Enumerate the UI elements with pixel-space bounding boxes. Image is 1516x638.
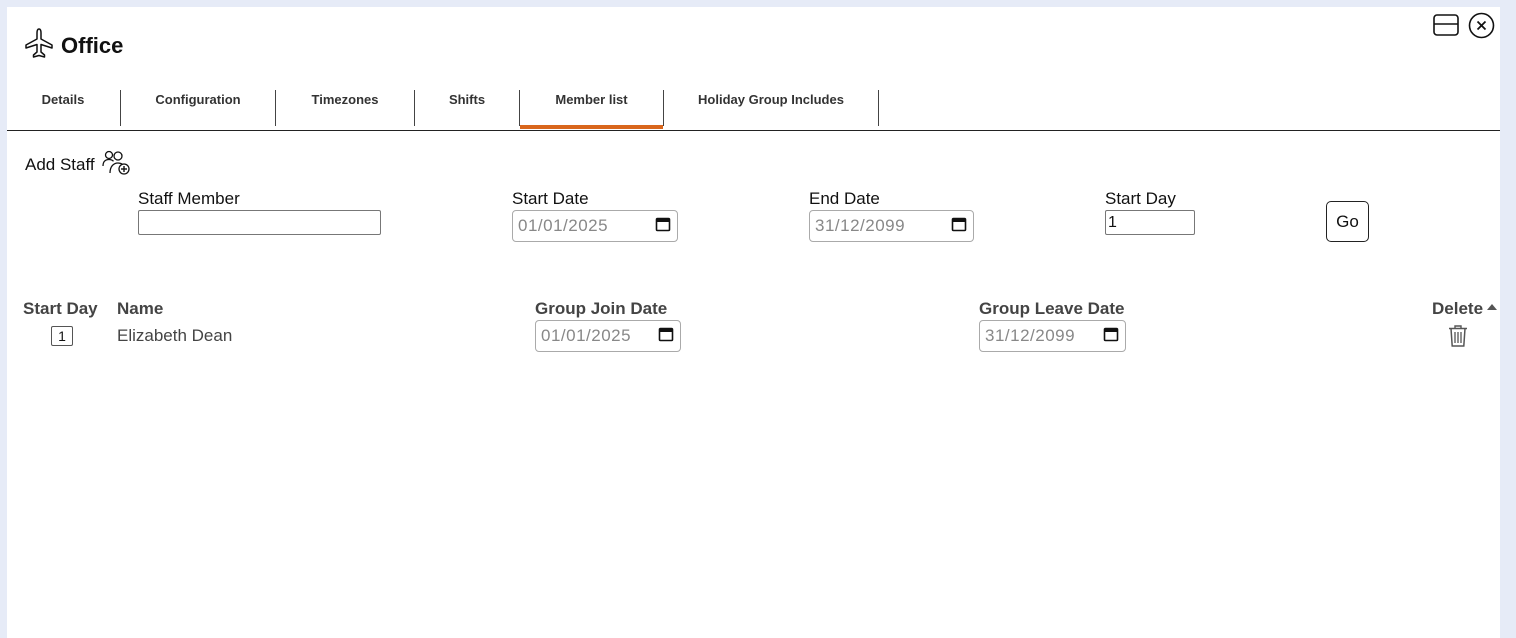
- tab-shifts[interactable]: Shifts: [415, 89, 519, 129]
- add-staff-label: Add Staff: [25, 154, 95, 174]
- column-header-delete[interactable]: Delete: [1432, 299, 1483, 319]
- start-date-field[interactable]: 01/01/2025: [512, 210, 678, 242]
- end-date-label: End Date: [809, 189, 880, 208]
- start-date-label: Start Date: [512, 189, 589, 208]
- row-join-date-value: 01/01/2025: [541, 326, 632, 345]
- calendar-icon[interactable]: [1103, 326, 1119, 347]
- end-date-field[interactable]: 31/12/2099: [809, 210, 974, 242]
- close-circle-icon[interactable]: [1467, 11, 1495, 39]
- column-header-join-date[interactable]: Group Join Date: [535, 299, 667, 319]
- start-date-value: 01/01/2025: [518, 216, 609, 235]
- staff-member-label: Staff Member: [138, 189, 240, 208]
- go-button[interactable]: Go: [1326, 201, 1369, 242]
- trash-icon[interactable]: [1448, 324, 1468, 353]
- tab-details[interactable]: Details: [7, 89, 119, 129]
- tab-holiday-group-includes[interactable]: Holiday Group Includes: [664, 89, 878, 129]
- tab-divider: [878, 90, 879, 126]
- row-leave-date-value: 31/12/2099: [985, 326, 1076, 345]
- end-date-value: 31/12/2099: [815, 216, 906, 235]
- row-leave-date-field[interactable]: 31/12/2099: [979, 320, 1126, 352]
- dialog-panel: Office Details Configuration Timezones S…: [7, 7, 1500, 638]
- staff-member-input[interactable]: [138, 210, 381, 235]
- start-day-input[interactable]: [1105, 210, 1195, 235]
- calendar-icon[interactable]: [951, 216, 967, 237]
- tab-timezones[interactable]: Timezones: [276, 89, 414, 129]
- calendar-icon[interactable]: [655, 216, 671, 237]
- window-title: Office: [23, 27, 123, 64]
- airplane-icon: [23, 27, 55, 64]
- column-header-start-day[interactable]: Start Day: [23, 299, 98, 319]
- start-day-label: Start Day: [1105, 189, 1176, 208]
- row-start-day[interactable]: 1: [51, 326, 73, 346]
- sort-ascending-icon[interactable]: [1487, 304, 1497, 310]
- tab-bar: Details Configuration Timezones Shifts M…: [7, 89, 1500, 131]
- calendar-icon[interactable]: [658, 326, 674, 347]
- row-name: Elizabeth Dean: [117, 326, 233, 345]
- add-staff-button[interactable]: Add Staff: [25, 148, 131, 181]
- column-header-leave-date[interactable]: Group Leave Date: [979, 299, 1125, 319]
- page-title: Office: [61, 32, 124, 58]
- column-header-name[interactable]: Name: [117, 299, 163, 319]
- row-join-date-field[interactable]: 01/01/2025: [535, 320, 681, 352]
- tab-configuration[interactable]: Configuration: [121, 89, 275, 129]
- add-user-group-icon: [101, 148, 131, 181]
- tab-member-list[interactable]: Member list: [520, 89, 663, 129]
- window-layout-icon[interactable]: [1432, 13, 1460, 37]
